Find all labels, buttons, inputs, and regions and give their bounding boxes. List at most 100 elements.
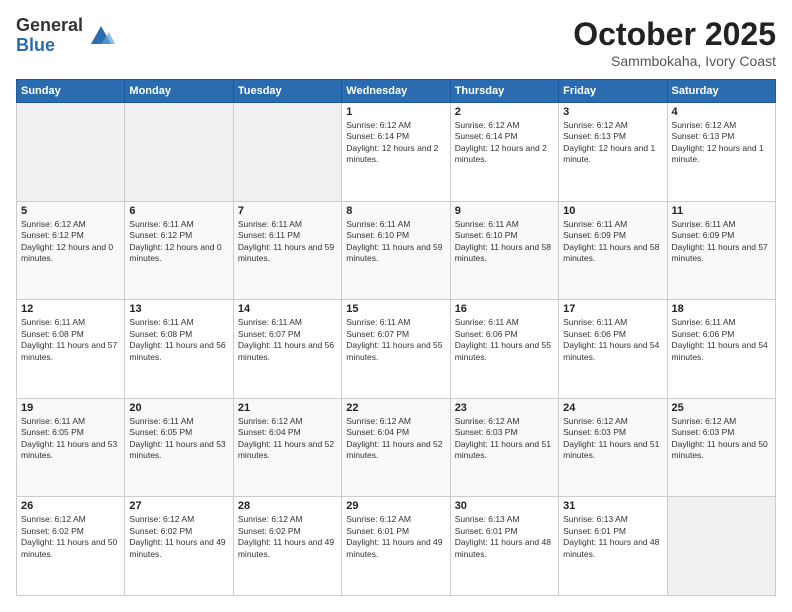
day-sunrise: Sunrise: 6:11 AMSunset: 6:12 PMDaylight:… [129, 219, 221, 263]
day-sunrise: Sunrise: 6:11 AMSunset: 6:06 PMDaylight:… [563, 317, 659, 361]
logo-icon [87, 22, 115, 50]
table-row: 7 Sunrise: 6:11 AMSunset: 6:11 PMDayligh… [233, 201, 341, 300]
day-sunrise: Sunrise: 6:11 AMSunset: 6:10 PMDaylight:… [455, 219, 551, 263]
day-number: 22 [346, 402, 445, 414]
table-row: 24 Sunrise: 6:12 AMSunset: 6:03 PMDaylig… [559, 398, 667, 497]
day-sunrise: Sunrise: 6:12 AMSunset: 6:12 PMDaylight:… [21, 219, 113, 263]
calendar-week-row: 12 Sunrise: 6:11 AMSunset: 6:08 PMDaylig… [17, 300, 776, 399]
day-number: 23 [455, 402, 554, 414]
day-number: 18 [672, 303, 771, 315]
table-row: 9 Sunrise: 6:11 AMSunset: 6:10 PMDayligh… [450, 201, 558, 300]
header-monday: Monday [125, 80, 233, 103]
table-row: 28 Sunrise: 6:12 AMSunset: 6:02 PMDaylig… [233, 497, 341, 596]
day-number: 10 [563, 205, 662, 217]
table-row: 3 Sunrise: 6:12 AMSunset: 6:13 PMDayligh… [559, 103, 667, 202]
logo-blue: Blue [16, 36, 83, 56]
day-number: 27 [129, 500, 228, 512]
day-sunrise: Sunrise: 6:12 AMSunset: 6:14 PMDaylight:… [455, 120, 547, 164]
day-sunrise: Sunrise: 6:12 AMSunset: 6:03 PMDaylight:… [563, 416, 659, 460]
table-row [233, 103, 341, 202]
day-sunrise: Sunrise: 6:12 AMSunset: 6:13 PMDaylight:… [672, 120, 764, 164]
table-row: 5 Sunrise: 6:12 AMSunset: 6:12 PMDayligh… [17, 201, 125, 300]
day-sunrise: Sunrise: 6:11 AMSunset: 6:08 PMDaylight:… [21, 317, 117, 361]
page: General Blue October 2025 Sammbokaha, Iv… [0, 0, 792, 612]
day-sunrise: Sunrise: 6:13 AMSunset: 6:01 PMDaylight:… [563, 514, 659, 558]
day-number: 28 [238, 500, 337, 512]
day-sunrise: Sunrise: 6:11 AMSunset: 6:05 PMDaylight:… [129, 416, 225, 460]
table-row: 4 Sunrise: 6:12 AMSunset: 6:13 PMDayligh… [667, 103, 775, 202]
table-row: 29 Sunrise: 6:12 AMSunset: 6:01 PMDaylig… [342, 497, 450, 596]
table-row [125, 103, 233, 202]
logo: General Blue [16, 16, 115, 56]
header-sunday: Sunday [17, 80, 125, 103]
weekday-header-row: Sunday Monday Tuesday Wednesday Thursday… [17, 80, 776, 103]
table-row: 23 Sunrise: 6:12 AMSunset: 6:03 PMDaylig… [450, 398, 558, 497]
day-sunrise: Sunrise: 6:12 AMSunset: 6:02 PMDaylight:… [21, 514, 117, 558]
title-block: October 2025 Sammbokaha, Ivory Coast [573, 16, 776, 69]
day-sunrise: Sunrise: 6:11 AMSunset: 6:10 PMDaylight:… [346, 219, 442, 263]
day-number: 8 [346, 205, 445, 217]
day-number: 20 [129, 402, 228, 414]
day-number: 30 [455, 500, 554, 512]
day-number: 3 [563, 106, 662, 118]
day-sunrise: Sunrise: 6:11 AMSunset: 6:05 PMDaylight:… [21, 416, 117, 460]
day-number: 24 [563, 402, 662, 414]
table-row: 16 Sunrise: 6:11 AMSunset: 6:06 PMDaylig… [450, 300, 558, 399]
day-sunrise: Sunrise: 6:12 AMSunset: 6:14 PMDaylight:… [346, 120, 438, 164]
day-sunrise: Sunrise: 6:11 AMSunset: 6:07 PMDaylight:… [238, 317, 334, 361]
table-row: 20 Sunrise: 6:11 AMSunset: 6:05 PMDaylig… [125, 398, 233, 497]
day-sunrise: Sunrise: 6:13 AMSunset: 6:01 PMDaylight:… [455, 514, 551, 558]
day-number: 9 [455, 205, 554, 217]
table-row: 19 Sunrise: 6:11 AMSunset: 6:05 PMDaylig… [17, 398, 125, 497]
table-row [667, 497, 775, 596]
day-number: 2 [455, 106, 554, 118]
calendar-week-row: 26 Sunrise: 6:12 AMSunset: 6:02 PMDaylig… [17, 497, 776, 596]
table-row: 12 Sunrise: 6:11 AMSunset: 6:08 PMDaylig… [17, 300, 125, 399]
day-number: 19 [21, 402, 120, 414]
table-row: 25 Sunrise: 6:12 AMSunset: 6:03 PMDaylig… [667, 398, 775, 497]
calendar-table: Sunday Monday Tuesday Wednesday Thursday… [16, 79, 776, 596]
table-row: 18 Sunrise: 6:11 AMSunset: 6:06 PMDaylig… [667, 300, 775, 399]
day-sunrise: Sunrise: 6:11 AMSunset: 6:07 PMDaylight:… [346, 317, 442, 361]
day-sunrise: Sunrise: 6:12 AMSunset: 6:13 PMDaylight:… [563, 120, 655, 164]
day-sunrise: Sunrise: 6:11 AMSunset: 6:06 PMDaylight:… [672, 317, 768, 361]
day-sunrise: Sunrise: 6:11 AMSunset: 6:09 PMDaylight:… [672, 219, 768, 263]
table-row: 14 Sunrise: 6:11 AMSunset: 6:07 PMDaylig… [233, 300, 341, 399]
day-sunrise: Sunrise: 6:12 AMSunset: 6:04 PMDaylight:… [346, 416, 442, 460]
table-row: 31 Sunrise: 6:13 AMSunset: 6:01 PMDaylig… [559, 497, 667, 596]
header-tuesday: Tuesday [233, 80, 341, 103]
table-row: 1 Sunrise: 6:12 AMSunset: 6:14 PMDayligh… [342, 103, 450, 202]
day-number: 14 [238, 303, 337, 315]
header-thursday: Thursday [450, 80, 558, 103]
day-sunrise: Sunrise: 6:11 AMSunset: 6:09 PMDaylight:… [563, 219, 659, 263]
day-sunrise: Sunrise: 6:12 AMSunset: 6:02 PMDaylight:… [238, 514, 334, 558]
calendar-week-row: 5 Sunrise: 6:12 AMSunset: 6:12 PMDayligh… [17, 201, 776, 300]
day-number: 31 [563, 500, 662, 512]
day-number: 6 [129, 205, 228, 217]
day-number: 21 [238, 402, 337, 414]
month-title: October 2025 [573, 16, 776, 53]
table-row: 10 Sunrise: 6:11 AMSunset: 6:09 PMDaylig… [559, 201, 667, 300]
day-sunrise: Sunrise: 6:12 AMSunset: 6:03 PMDaylight:… [672, 416, 768, 460]
day-number: 17 [563, 303, 662, 315]
table-row: 13 Sunrise: 6:11 AMSunset: 6:08 PMDaylig… [125, 300, 233, 399]
table-row [17, 103, 125, 202]
header-saturday: Saturday [667, 80, 775, 103]
day-sunrise: Sunrise: 6:12 AMSunset: 6:02 PMDaylight:… [129, 514, 225, 558]
day-number: 4 [672, 106, 771, 118]
day-number: 12 [21, 303, 120, 315]
day-number: 26 [21, 500, 120, 512]
day-number: 16 [455, 303, 554, 315]
day-number: 15 [346, 303, 445, 315]
table-row: 22 Sunrise: 6:12 AMSunset: 6:04 PMDaylig… [342, 398, 450, 497]
table-row: 8 Sunrise: 6:11 AMSunset: 6:10 PMDayligh… [342, 201, 450, 300]
calendar-week-row: 1 Sunrise: 6:12 AMSunset: 6:14 PMDayligh… [17, 103, 776, 202]
logo-text: General Blue [16, 16, 83, 56]
day-number: 25 [672, 402, 771, 414]
day-sunrise: Sunrise: 6:11 AMSunset: 6:08 PMDaylight:… [129, 317, 225, 361]
day-number: 1 [346, 106, 445, 118]
header-wednesday: Wednesday [342, 80, 450, 103]
table-row: 30 Sunrise: 6:13 AMSunset: 6:01 PMDaylig… [450, 497, 558, 596]
day-sunrise: Sunrise: 6:12 AMSunset: 6:01 PMDaylight:… [346, 514, 442, 558]
header-friday: Friday [559, 80, 667, 103]
